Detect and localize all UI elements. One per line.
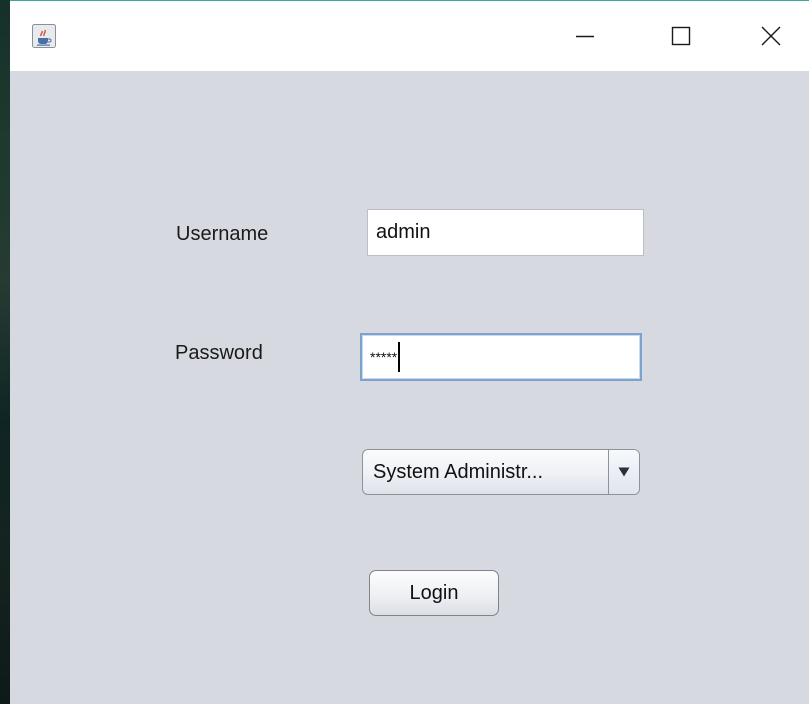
- password-input[interactable]: *****: [360, 333, 642, 381]
- role-select-value: System Administr...: [373, 461, 544, 483]
- username-input[interactable]: admin: [367, 209, 644, 256]
- desktop-background-edge: [0, 0, 10, 704]
- username-label: Username: [176, 223, 269, 245]
- maximize-button[interactable]: [658, 13, 704, 59]
- text-caret: [398, 342, 401, 372]
- role-select[interactable]: System Administr...: [362, 449, 640, 495]
- minimize-button[interactable]: [562, 13, 608, 59]
- password-masked-text: *****: [370, 349, 398, 365]
- password-label: Password: [175, 342, 263, 364]
- login-window: Username admin Password ***** System Adm…: [10, 0, 809, 704]
- maximize-icon: [671, 26, 691, 46]
- chevron-down-icon: [618, 467, 630, 477]
- close-button[interactable]: [748, 13, 794, 59]
- minimize-icon: [576, 35, 594, 38]
- close-icon: [761, 26, 781, 46]
- login-button[interactable]: Login: [369, 570, 499, 616]
- dropdown-arrow-button[interactable]: [608, 450, 639, 494]
- title-bar[interactable]: [10, 1, 809, 71]
- java-coffee-icon[interactable]: [32, 24, 56, 48]
